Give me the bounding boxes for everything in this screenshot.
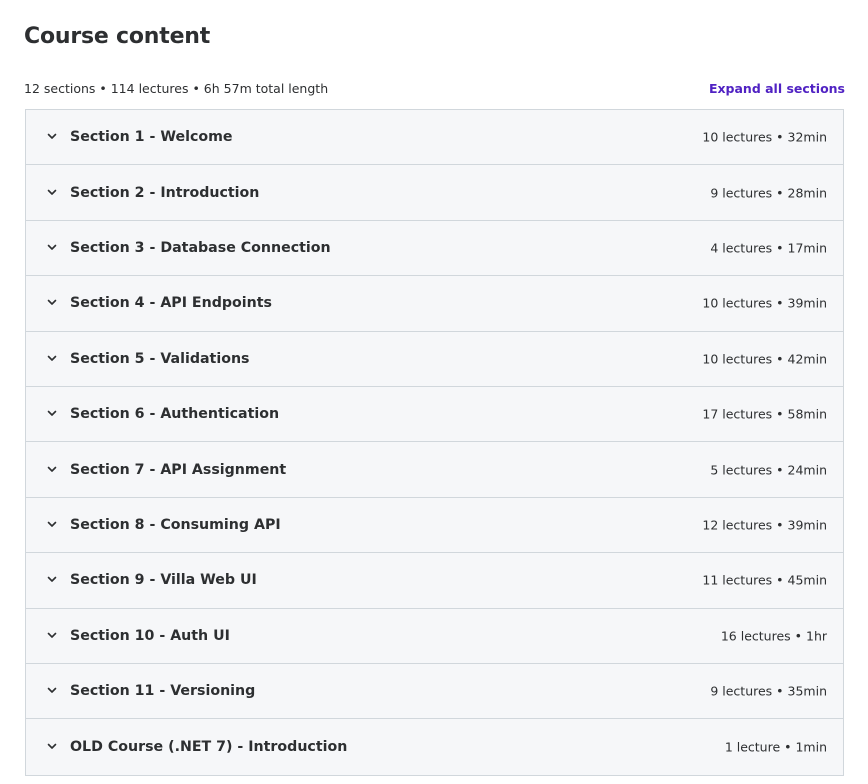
section-item-6[interactable]: Section 6 - Authentication 17 lectures •… xyxy=(26,386,843,443)
section-meta: 4 lectures • 17min xyxy=(710,240,827,256)
section-item-3[interactable]: Section 3 - Database Connection 4 lectur… xyxy=(26,220,843,277)
section-meta: 10 lectures • 32min xyxy=(702,129,827,145)
chevron-down-icon xyxy=(46,352,58,364)
section-item-12[interactable]: OLD Course (.NET 7) - Introduction 1 lec… xyxy=(26,719,843,775)
course-content-panel: Course content 12 sections • 114 lecture… xyxy=(0,0,868,784)
section-title: Section 1 - Welcome xyxy=(70,129,233,146)
chevron-down-icon xyxy=(46,740,58,752)
section-meta: 1 lecture • 1min xyxy=(724,739,827,755)
section-item-11[interactable]: Section 11 - Versioning 9 lectures • 35m… xyxy=(26,663,843,720)
section-title: Section 2 - Introduction xyxy=(70,184,260,201)
chevron-down-icon xyxy=(46,130,58,142)
section-item-10[interactable]: Section 10 - Auth UI 16 lectures • 1hr xyxy=(26,608,843,664)
section-meta: 10 lectures • 42min xyxy=(702,351,827,367)
sections-list: Section 1 - Welcome 10 lectures • 32min … xyxy=(25,109,844,776)
section-item-8[interactable]: Section 8 - Consuming API 12 lectures • … xyxy=(26,497,843,554)
section-title: Section 10 - Auth UI xyxy=(70,627,230,644)
section-title: OLD Course (.NET 7) - Introduction xyxy=(70,738,348,755)
expand-all-sections-button[interactable]: Expand all sections xyxy=(709,81,845,96)
section-item-2[interactable]: Section 2 - Introduction 9 lectures • 28… xyxy=(26,165,843,221)
section-meta: 10 lectures • 39min xyxy=(702,295,827,311)
section-meta: 12 lectures • 39min xyxy=(702,517,827,533)
chevron-down-icon xyxy=(46,518,58,530)
section-item-9[interactable]: Section 9 - Villa Web UI 11 lectures • 4… xyxy=(26,553,843,609)
section-title: Section 7 - API Assignment xyxy=(70,461,287,478)
section-title: Section 9 - Villa Web UI xyxy=(70,572,257,589)
section-item-1[interactable]: Section 1 - Welcome 10 lectures • 32min xyxy=(26,110,843,166)
section-title: Section 3 - Database Connection xyxy=(70,239,331,256)
section-meta: 16 lectures • 1hr xyxy=(720,628,827,644)
section-title: Section 11 - Versioning xyxy=(70,683,256,700)
section-title: Section 5 - Validations xyxy=(70,350,250,367)
section-item-4[interactable]: Section 4 - API Endpoints 10 lectures • … xyxy=(26,276,843,332)
section-title: Section 8 - Consuming API xyxy=(70,516,281,533)
section-item-7[interactable]: Section 7 - API Assignment 5 lectures • … xyxy=(26,442,843,498)
summary-row: 12 sections • 114 lectures • 6h 57m tota… xyxy=(24,81,845,99)
chevron-down-icon xyxy=(46,296,58,308)
chevron-down-icon xyxy=(46,241,58,253)
section-meta: 9 lectures • 35min xyxy=(710,683,827,699)
chevron-down-icon xyxy=(46,463,58,475)
page-title: Course content xyxy=(24,24,211,49)
section-meta: 9 lectures • 28min xyxy=(710,185,827,201)
section-title: Section 4 - API Endpoints xyxy=(70,295,272,312)
section-meta: 17 lectures • 58min xyxy=(702,406,827,422)
section-item-5[interactable]: Section 5 - Validations 10 lectures • 42… xyxy=(26,331,843,387)
section-title: Section 6 - Authentication xyxy=(70,406,280,423)
chevron-down-icon xyxy=(46,684,58,696)
chevron-down-icon xyxy=(46,573,58,585)
chevron-down-icon xyxy=(46,186,58,198)
section-meta: 11 lectures • 45min xyxy=(702,572,827,588)
course-summary: 12 sections • 114 lectures • 6h 57m tota… xyxy=(24,81,329,96)
chevron-down-icon xyxy=(46,629,58,641)
section-meta: 5 lectures • 24min xyxy=(710,462,827,478)
chevron-down-icon xyxy=(46,407,58,419)
